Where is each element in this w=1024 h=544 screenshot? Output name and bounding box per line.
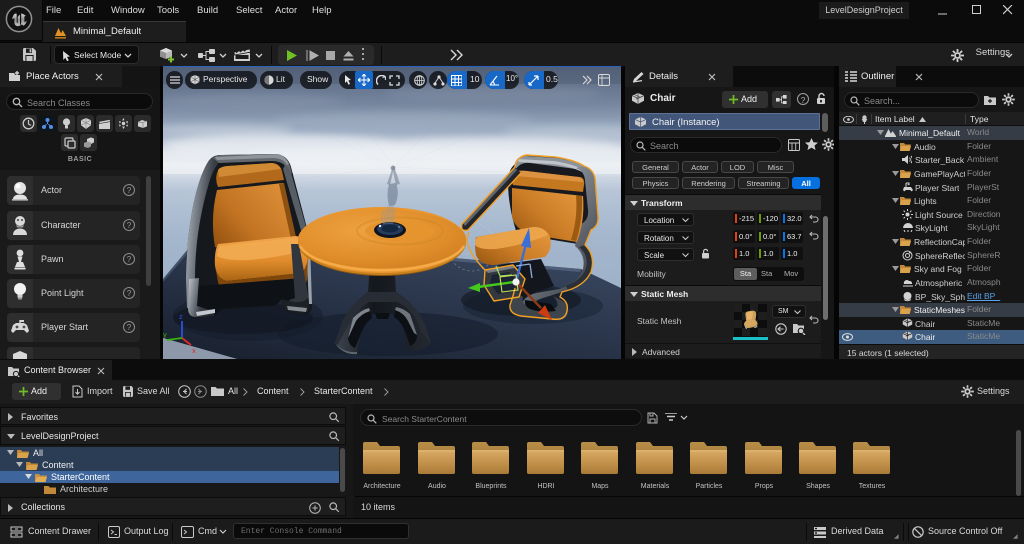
svg-text:x: x xyxy=(192,346,196,355)
svg-text:z: z xyxy=(179,312,183,321)
svg-text:y: y xyxy=(163,330,167,339)
